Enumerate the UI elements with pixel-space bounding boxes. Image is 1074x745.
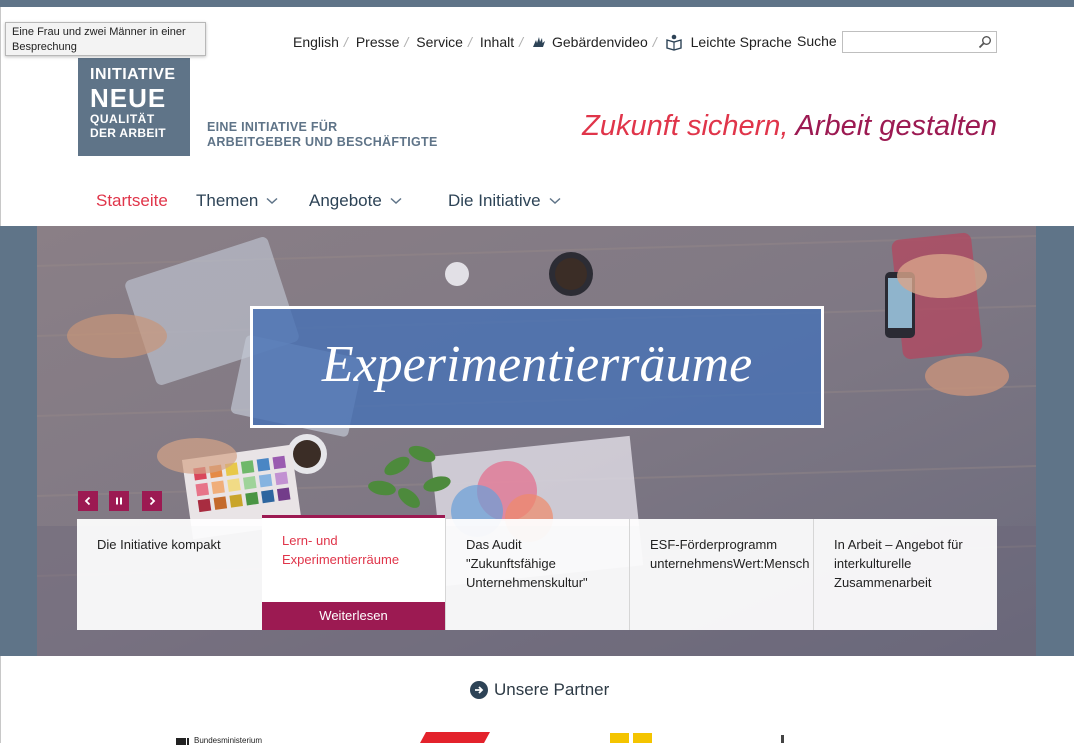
link-gebaerdenvideo[interactable]: Gebärdenvideo: [531, 34, 648, 50]
hero-title: Experimentierräume: [321, 336, 753, 393]
site-claim: Zukunft sichern, Arbeit gestalten: [582, 110, 997, 143]
tagline-line-2: ARBEITGEBER UND BESCHÄFTIGTE: [207, 135, 438, 149]
link-english[interactable]: English: [293, 34, 339, 50]
logo-line-2: NEUE: [90, 83, 167, 113]
slider-next-button[interactable]: [142, 491, 162, 511]
slider-prev-button[interactable]: [78, 491, 98, 511]
teaser-item[interactable]: Die Initiative kompakt: [77, 519, 262, 630]
link-service[interactable]: Service: [416, 34, 463, 50]
chevron-down-icon: [266, 197, 278, 205]
site-logo[interactable]: INITIATIVE NEUE QUALITÄT DER ARBEIT: [78, 58, 190, 156]
link-gebaerdenvideo-label: Gebärdenvideo: [552, 34, 648, 50]
logo-line-3: QUALITÄT: [90, 112, 155, 126]
easy-language-icon: [665, 34, 682, 51]
read-more-button[interactable]: Weiterlesen: [262, 602, 445, 630]
partner-logo-bund[interactable]: Bundesministerium: [176, 736, 262, 745]
chevron-right-icon: [149, 496, 156, 506]
chevron-down-icon: [390, 197, 402, 205]
nav-themen[interactable]: Themen: [196, 191, 278, 211]
link-leichte-sprache-label: Leichte Sprache: [690, 34, 792, 50]
slider-pause-button[interactable]: [109, 491, 129, 511]
pause-icon: [116, 497, 122, 505]
link-presse[interactable]: Presse: [356, 34, 400, 50]
search-input[interactable]: [846, 33, 978, 53]
separator: /: [652, 34, 657, 50]
separator: /: [467, 34, 472, 50]
image-tooltip: Eine Frau und zwei Männer in einer Bespr…: [5, 22, 206, 56]
teaser-item[interactable]: ESF-Förderprogramm unternehmensWert:Mens…: [629, 519, 813, 630]
search-box: [842, 31, 997, 53]
nav-themen-label: Themen: [196, 191, 259, 210]
nav-die-initiative[interactable]: Die Initiative: [448, 191, 561, 211]
nav-angebote[interactable]: Angebote: [309, 191, 402, 211]
logo-line-1: INITIATIVE: [90, 66, 176, 83]
hero-title-box: Experimentierräume: [250, 306, 824, 428]
service-navigation: English / Presse / Service / Inhalt / Ge…: [293, 32, 792, 52]
chevron-left-icon: [84, 496, 91, 506]
search-icon[interactable]: [978, 35, 992, 49]
link-leichte-sprache[interactable]: Leichte Sprache: [665, 33, 792, 51]
separator: /: [343, 34, 348, 50]
top-accent-bar: [0, 0, 1074, 7]
arrow-right-circle-icon: [470, 681, 488, 699]
link-inhalt[interactable]: Inhalt: [480, 34, 514, 50]
nav-angebote-label: Angebote: [309, 191, 382, 210]
claim-part-1: Zukunft sichern,: [582, 110, 789, 142]
separator: /: [404, 34, 409, 50]
slider-teasers: Die Initiative kompakt Lern- und Experim…: [77, 515, 997, 630]
partner-heading[interactable]: Unsere Partner: [470, 680, 609, 700]
partner-heading-label: Unsere Partner: [494, 680, 610, 699]
separator: /: [519, 34, 523, 50]
search-label: Suche: [797, 33, 837, 49]
federal-eagle-icon: [176, 737, 189, 745]
tagline-line-1: EINE INITIATIVE FÜR: [207, 120, 338, 134]
teaser-item[interactable]: In Arbeit – Angebot für interkulturelle …: [813, 519, 997, 630]
nav-die-initiative-label: Die Initiative: [448, 191, 541, 210]
partner-logo-bund-text: Bundesministerium: [194, 736, 263, 745]
partner-logo-gray[interactable]: [780, 735, 786, 743]
teaser-item[interactable]: Das Audit "Zukunftsfähige Unternehmensku…: [445, 519, 629, 630]
nav-startseite[interactable]: Startseite: [96, 191, 168, 211]
sign-language-icon: [533, 37, 545, 47]
partner-logo-red[interactable]: [420, 732, 490, 743]
chevron-down-icon: [549, 197, 561, 205]
logo-line-4: DER ARBEIT: [90, 126, 166, 140]
partner-logo-yellow[interactable]: [610, 733, 652, 743]
site-tagline: EINE INITIATIVE FÜR ARBEITGEBER UND BESC…: [207, 120, 438, 150]
claim-part-2: Arbeit gestalten: [788, 110, 997, 142]
